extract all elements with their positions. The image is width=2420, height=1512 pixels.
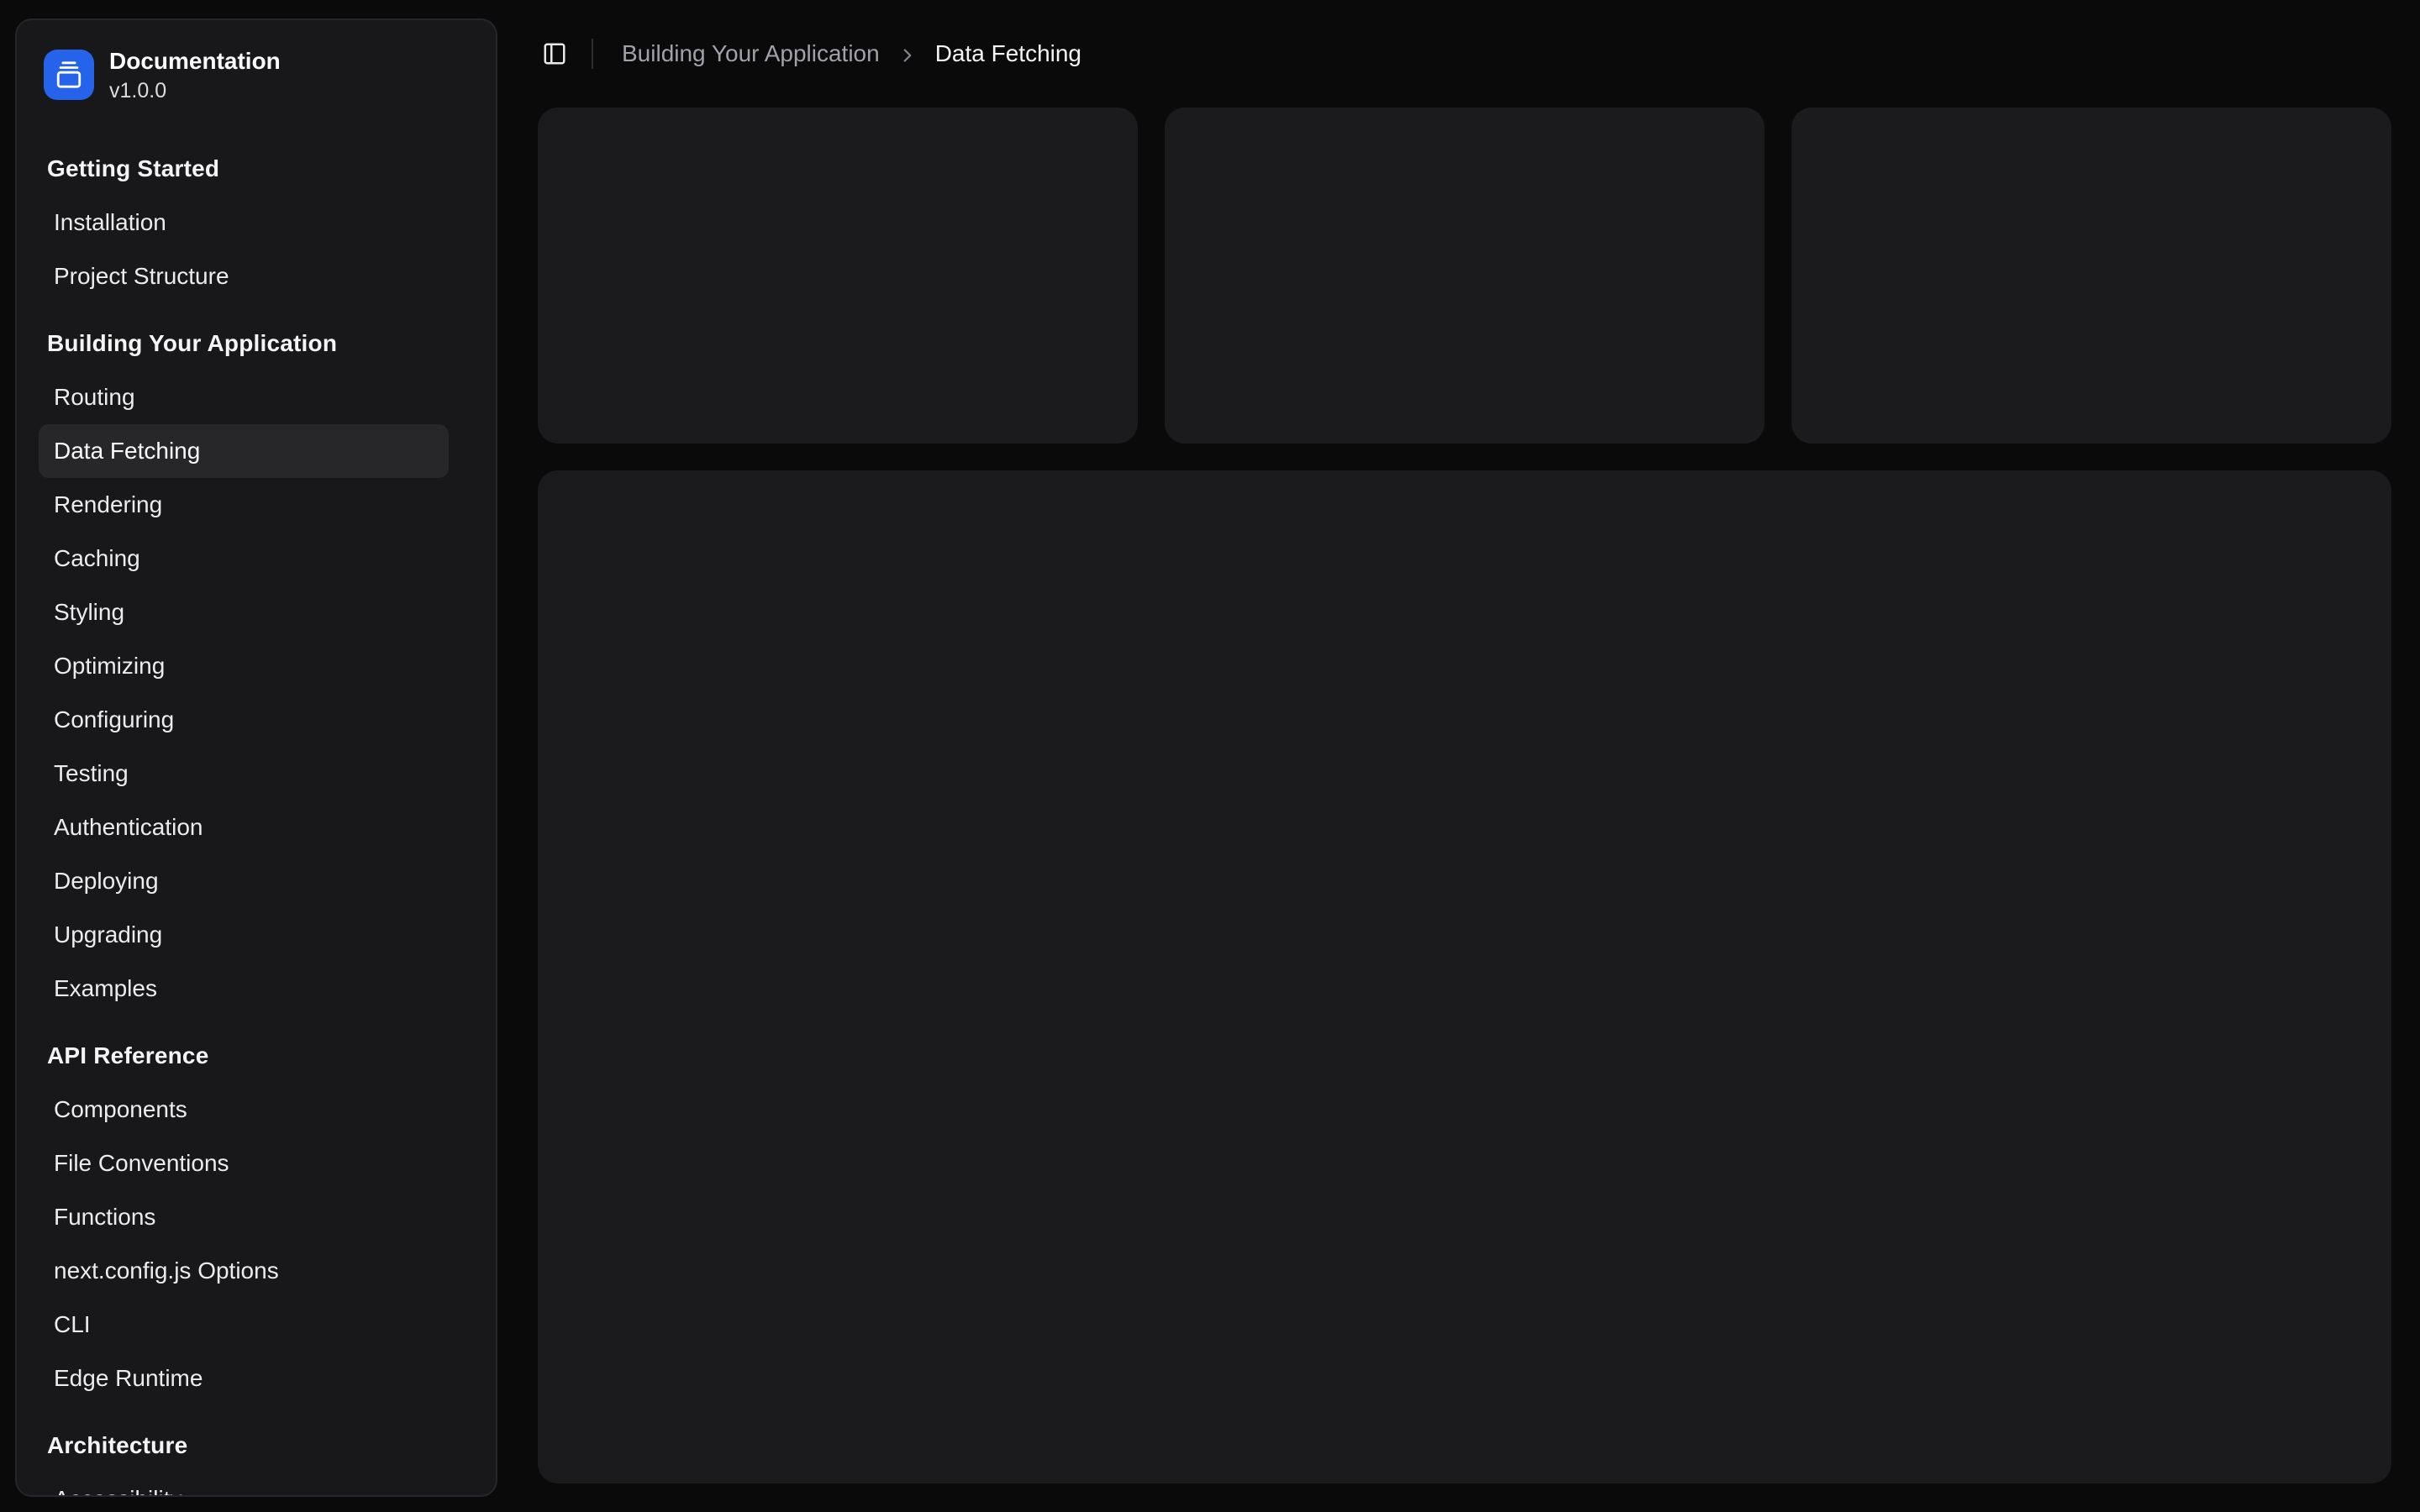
sidebar-group-label: Getting Started <box>30 142 482 196</box>
breadcrumb: Building Your Application Data Fetching <box>622 0 1081 108</box>
sidebar-item-caching[interactable]: Caching <box>39 532 449 585</box>
sidebar-item-data-fetching[interactable]: Data Fetching <box>39 424 449 478</box>
sidebar-item-configuring[interactable]: Configuring <box>39 693 449 747</box>
sidebar-item-deploying[interactable]: Deploying <box>39 854 449 908</box>
placeholder-card <box>1165 108 1765 444</box>
sidebar-item-functions[interactable]: Functions <box>39 1190 449 1244</box>
sidebar-group-label: API Reference <box>30 1029 482 1083</box>
chevron-right-icon <box>897 41 918 66</box>
sidebar-item-next-config-js-options[interactable]: next.config.js Options <box>39 1244 449 1298</box>
sidebar-item-file-conventions[interactable]: File Conventions <box>39 1137 449 1190</box>
sidebar-group-building-your-application: Building Your ApplicationRoutingData Fet… <box>30 317 482 1016</box>
panel-left-icon <box>542 41 567 66</box>
sidebar-item-project-structure[interactable]: Project Structure <box>39 249 449 303</box>
sidebar-group-label: Building Your Application <box>30 317 482 370</box>
sidebar-group-getting-started: Getting StartedInstallationProject Struc… <box>30 142 482 303</box>
sidebar-item-styling[interactable]: Styling <box>39 585 449 639</box>
sidebar-toggle-button[interactable] <box>531 30 578 77</box>
sidebar-item-rendering[interactable]: Rendering <box>39 478 449 532</box>
app-title: Documentation <box>109 47 281 76</box>
app-logo <box>44 50 94 100</box>
sidebar-item-authentication[interactable]: Authentication <box>39 801 449 854</box>
placeholder-card <box>1791 108 2391 444</box>
placeholder-main-panel <box>538 470 2391 1483</box>
app-version: v1.0.0 <box>109 78 281 103</box>
sidebar-item-edge-runtime[interactable]: Edge Runtime <box>39 1352 449 1405</box>
placeholder-cards-row <box>538 108 2391 444</box>
sidebar-group-label: Architecture <box>30 1419 482 1473</box>
sidebar-group-architecture: ArchitectureAccessibility <box>30 1419 482 1497</box>
header-separator <box>592 39 593 69</box>
sidebar-header-text: Documentation v1.0.0 <box>109 47 281 103</box>
sidebar-group-api-reference: API ReferenceComponentsFile ConventionsF… <box>30 1029 482 1405</box>
placeholder-card <box>538 108 1138 444</box>
sidebar-item-routing[interactable]: Routing <box>39 370 449 424</box>
sidebar-item-upgrading[interactable]: Upgrading <box>39 908 449 962</box>
sidebar-item-optimizing[interactable]: Optimizing <box>39 639 449 693</box>
sidebar: Documentation v1.0.0 Getting StartedInst… <box>15 18 497 1497</box>
sidebar-item-components[interactable]: Components <box>39 1083 449 1137</box>
sidebar-header-button[interactable]: Documentation v1.0.0 <box>30 34 482 117</box>
breadcrumb-parent-link[interactable]: Building Your Application <box>622 40 880 67</box>
breadcrumb-current-page: Data Fetching <box>935 40 1081 67</box>
sidebar-item-accessibility[interactable]: Accessibility <box>39 1473 449 1497</box>
sidebar-item-testing[interactable]: Testing <box>39 747 449 801</box>
sidebar-item-installation[interactable]: Installation <box>39 196 449 249</box>
gallery-vertical-end-icon <box>55 60 83 89</box>
sidebar-groups: Getting StartedInstallationProject Struc… <box>30 142 482 1497</box>
sidebar-item-cli[interactable]: CLI <box>39 1298 449 1352</box>
sidebar-item-examples[interactable]: Examples <box>39 962 449 1016</box>
